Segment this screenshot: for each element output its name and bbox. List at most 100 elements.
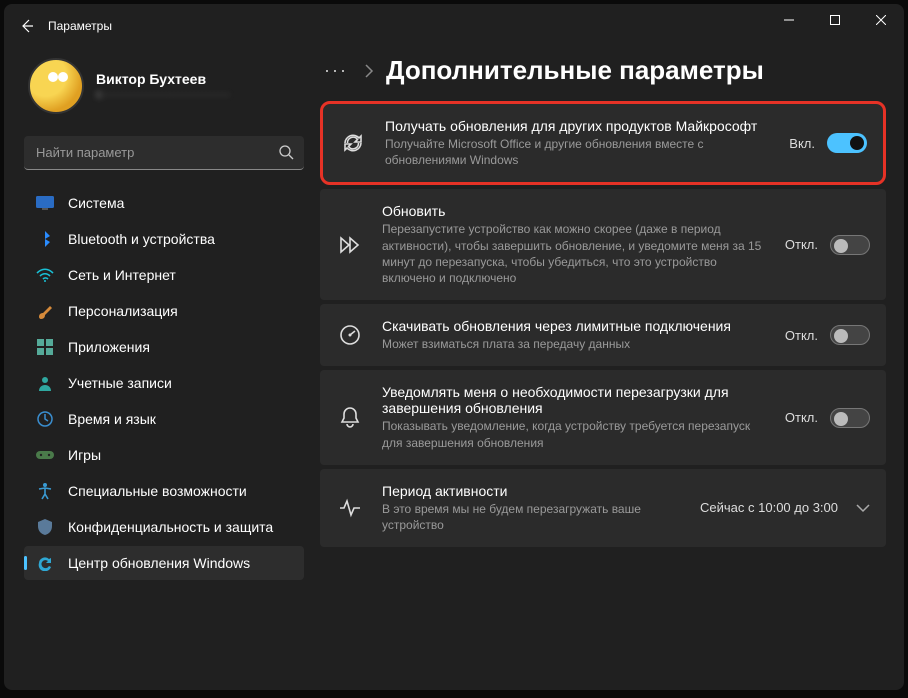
- card-control: Откл.: [785, 235, 870, 255]
- sidebar-item-bluetooth[interactable]: Bluetooth и устройства: [24, 222, 304, 256]
- card-title: Обновить: [382, 203, 767, 219]
- sidebar-item-gaming[interactable]: Игры: [24, 438, 304, 472]
- card-body: Период активности В это время мы не буде…: [382, 483, 682, 533]
- sidebar-item-network[interactable]: Сеть и Интернет: [24, 258, 304, 292]
- sidebar-item-label: Сеть и Интернет: [68, 267, 176, 283]
- card-control: Сейчас с 10:00 до 3:00: [700, 500, 870, 515]
- card-body: Скачивать обновления через лимитные подк…: [382, 318, 767, 352]
- window-controls: [766, 4, 904, 36]
- monitor-icon: [36, 194, 54, 212]
- maximize-button[interactable]: [812, 4, 858, 36]
- toggle-label: Откл.: [785, 328, 818, 343]
- bell-icon: [336, 406, 364, 430]
- breadcrumb: ··· Дополнительные параметры: [320, 54, 886, 87]
- gamepad-icon: [36, 446, 54, 464]
- sidebar-item-system[interactable]: Система: [24, 186, 304, 220]
- sidebar-item-label: Центр обновления Windows: [68, 555, 250, 571]
- shield-icon: [36, 518, 54, 536]
- sidebar: Виктор Бухтеев c························…: [4, 48, 314, 690]
- card-control: Вкл.: [789, 133, 867, 153]
- sidebar-item-label: Игры: [68, 447, 101, 463]
- toggle-label: Откл.: [785, 410, 818, 425]
- search-wrap: [24, 136, 304, 170]
- card-desc: Может взиматься плата за передачу данных: [382, 336, 767, 352]
- grid-icon: [36, 338, 54, 356]
- sidebar-item-label: Приложения: [68, 339, 150, 355]
- activity-icon: [336, 496, 364, 520]
- card-title: Уведомлять меня о необходимости перезагр…: [382, 384, 767, 416]
- wifi-icon: [36, 266, 54, 284]
- window-title: Параметры: [48, 19, 112, 33]
- gauge-icon: [336, 323, 364, 347]
- settings-window: Параметры Виктор Бухтеев c··············…: [4, 4, 904, 690]
- search-icon: [278, 144, 294, 160]
- sidebar-item-accessibility[interactable]: Специальные возможности: [24, 474, 304, 508]
- sync-icon: [339, 131, 367, 155]
- setting-other-ms-updates[interactable]: Получать обновления для других продуктов…: [320, 101, 886, 185]
- avatar: [28, 58, 84, 114]
- sidebar-item-label: Конфиденциальность и защита: [68, 519, 273, 535]
- card-title: Период активности: [382, 483, 682, 499]
- card-control: Откл.: [785, 325, 870, 345]
- sidebar-item-label: Специальные возможности: [68, 483, 247, 499]
- sidebar-item-label: Система: [68, 195, 124, 211]
- sidebar-item-apps[interactable]: Приложения: [24, 330, 304, 364]
- minimize-icon: [784, 15, 794, 25]
- update-icon: [36, 554, 54, 572]
- minimize-button[interactable]: [766, 4, 812, 36]
- toggle-switch[interactable]: [830, 235, 870, 255]
- toggle-switch[interactable]: [827, 133, 867, 153]
- setting-metered-download[interactable]: Скачивать обновления через лимитные подк…: [320, 304, 886, 366]
- nav: Система Bluetooth и устройства Сеть и Ин…: [24, 186, 304, 580]
- globe-clock-icon: [36, 410, 54, 428]
- person-icon: [36, 374, 54, 392]
- card-body: Уведомлять меня о необходимости перезагр…: [382, 384, 767, 450]
- toggle-switch[interactable]: [830, 408, 870, 428]
- fast-forward-icon: [336, 233, 364, 257]
- card-desc: Получайте Microsoft Office и другие обно…: [385, 136, 771, 168]
- profile-name: Виктор Бухтеев: [96, 71, 230, 87]
- card-desc: В это время мы не будем перезагружать ва…: [382, 501, 682, 533]
- toggle-label: Откл.: [785, 237, 818, 252]
- sidebar-item-time-language[interactable]: Время и язык: [24, 402, 304, 436]
- close-button[interactable]: [858, 4, 904, 36]
- card-desc: Показывать уведомление, когда устройству…: [382, 418, 767, 450]
- profile-block[interactable]: Виктор Бухтеев c························…: [24, 48, 304, 132]
- main: ··· Дополнительные параметры Получать об…: [314, 48, 904, 690]
- sidebar-item-personalization[interactable]: Персонализация: [24, 294, 304, 328]
- sidebar-item-label: Учетные записи: [68, 375, 172, 391]
- card-body: Обновить Перезапустите устройство как мо…: [382, 203, 767, 286]
- chevron-down-icon: [856, 503, 870, 513]
- setting-active-hours[interactable]: Период активности В это время мы не буде…: [320, 469, 886, 547]
- content: Виктор Бухтеев c························…: [4, 48, 904, 690]
- card-control: Откл.: [785, 408, 870, 428]
- active-hours-value: Сейчас с 10:00 до 3:00: [700, 500, 838, 515]
- profile-email: c································: [96, 87, 230, 101]
- search-input[interactable]: [24, 136, 304, 170]
- toggle-switch[interactable]: [830, 325, 870, 345]
- setting-update-asap[interactable]: Обновить Перезапустите устройство как мо…: [320, 189, 886, 300]
- page-title: Дополнительные параметры: [386, 55, 764, 86]
- profile-text: Виктор Бухтеев c························…: [96, 71, 230, 101]
- sidebar-item-label: Персонализация: [68, 303, 178, 319]
- titlebar: Параметры: [4, 4, 904, 48]
- card-title: Скачивать обновления через лимитные подк…: [382, 318, 767, 334]
- sidebar-item-label: Время и язык: [68, 411, 156, 427]
- close-icon: [876, 15, 886, 25]
- settings-list: Получать обновления для других продуктов…: [320, 101, 886, 547]
- card-desc: Перезапустите устройство как можно скоре…: [382, 221, 767, 286]
- card-title: Получать обновления для других продуктов…: [385, 118, 771, 134]
- setting-restart-notify[interactable]: Уведомлять меня о необходимости перезагр…: [320, 370, 886, 464]
- arrow-left-icon: [19, 18, 35, 34]
- breadcrumb-more[interactable]: ···: [320, 54, 352, 87]
- accessibility-icon: [36, 482, 54, 500]
- back-button[interactable]: [10, 9, 44, 43]
- sidebar-item-label: Bluetooth и устройства: [68, 231, 215, 247]
- chevron-right-icon: [364, 64, 374, 78]
- sidebar-item-windows-update[interactable]: Центр обновления Windows: [24, 546, 304, 580]
- sidebar-item-privacy[interactable]: Конфиденциальность и защита: [24, 510, 304, 544]
- sidebar-item-accounts[interactable]: Учетные записи: [24, 366, 304, 400]
- maximize-icon: [830, 15, 840, 25]
- brush-icon: [36, 302, 54, 320]
- card-body: Получать обновления для других продуктов…: [385, 118, 771, 168]
